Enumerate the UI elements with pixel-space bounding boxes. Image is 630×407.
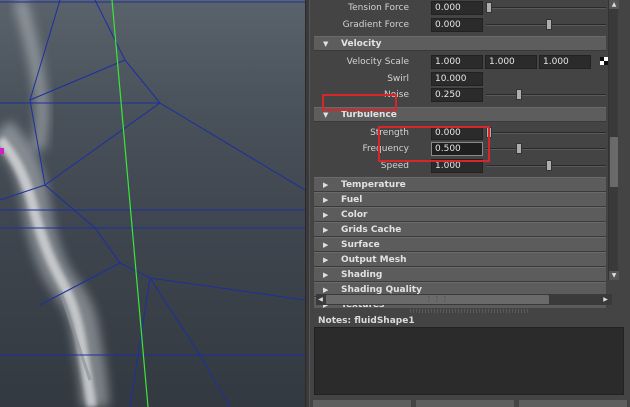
slider-thumb[interactable] xyxy=(546,18,552,30)
noise-field[interactable]: 0.250 xyxy=(431,88,483,102)
section-color[interactable]: ▶ Color xyxy=(314,207,606,222)
slider-thumb[interactable] xyxy=(486,126,492,138)
strength-label: Strength xyxy=(370,127,409,138)
slider-thumb[interactable] xyxy=(486,2,492,13)
swirl-row: Swirl 10.000 xyxy=(314,71,606,88)
section-fuel[interactable]: ▶ Fuel xyxy=(314,192,606,207)
scroll-right-icon[interactable]: ▶ xyxy=(601,295,610,304)
speed-label: Speed xyxy=(380,160,409,171)
section-title: Surface xyxy=(341,240,380,250)
horizontal-scroll-thumb[interactable]: ⋮⋮⋮ xyxy=(326,295,549,304)
notes-textarea[interactable] xyxy=(314,327,624,395)
attribute-editor: Tension Force 0.000 Gradient Force 0.000… xyxy=(310,0,630,407)
gradient-force-slider[interactable] xyxy=(486,18,606,30)
scroll-down-icon[interactable]: ▼ xyxy=(609,271,619,280)
triangle-right-icon: ▶ xyxy=(323,196,329,204)
section-title: Shading xyxy=(341,270,383,280)
swirl-field[interactable]: 10.000 xyxy=(431,71,483,86)
frequency-field[interactable]: 0.500 xyxy=(431,142,483,156)
triangle-right-icon: ▶ xyxy=(323,226,329,234)
noise-row: Noise 0.250 xyxy=(314,87,606,104)
notes-splitter-grip[interactable] xyxy=(410,309,530,313)
noise-slider[interactable] xyxy=(486,89,606,100)
y-axis-line xyxy=(111,0,149,407)
slider-thumb[interactable] xyxy=(546,159,552,171)
bottom-button-bar xyxy=(310,399,630,407)
horizontal-scrollbar[interactable]: ◀ ⋮⋮⋮ ▶ xyxy=(316,294,612,305)
swirl-label: Swirl xyxy=(387,73,409,84)
section-turbulence[interactable]: ▼ Turbulence xyxy=(314,106,606,122)
velocity-scale-label: Velocity Scale xyxy=(346,57,409,67)
frequency-row: Frequency 0.500 xyxy=(314,141,606,158)
gradient-force-label: Gradient Force xyxy=(342,19,409,30)
slider-thumb[interactable] xyxy=(516,143,522,154)
tension-force-field[interactable]: 0.000 xyxy=(431,1,483,15)
triangle-down-icon: ▼ xyxy=(323,40,329,48)
speed-slider[interactable] xyxy=(486,159,606,171)
tension-force-label: Tension Force xyxy=(348,3,409,13)
section-title: Fuel xyxy=(341,195,363,205)
triangle-down-icon: ▼ xyxy=(323,110,329,119)
section-velocity[interactable]: ▼ Velocity xyxy=(314,36,606,51)
frequency-slider[interactable] xyxy=(486,143,606,154)
section-shading[interactable]: ▶ Shading xyxy=(314,267,606,282)
triangle-right-icon: ▶ xyxy=(323,286,329,294)
gradient-force-field[interactable]: 0.000 xyxy=(431,17,483,32)
scroll-up-icon[interactable]: ▲ xyxy=(609,0,619,9)
velocity-scale-x-field[interactable]: 1.000 xyxy=(431,55,483,69)
speed-field[interactable]: 1.000 xyxy=(431,158,483,173)
triangle-right-icon: ▶ xyxy=(323,256,329,264)
copy-tab-button[interactable] xyxy=(518,399,628,407)
attribute-list: Tension Force 0.000 Gradient Force 0.000… xyxy=(314,0,608,308)
section-title: Output Mesh xyxy=(341,255,407,265)
section-surface[interactable]: ▶ Surface xyxy=(314,237,606,252)
load-attributes-button[interactable] xyxy=(415,399,515,407)
attribute-scroll-area: Tension Force 0.000 Gradient Force 0.000… xyxy=(312,0,628,308)
slider-thumb[interactable] xyxy=(516,89,522,100)
noise-label: Noise xyxy=(384,90,409,100)
strength-field[interactable]: 0.000 xyxy=(431,125,483,140)
section-temperature[interactable]: ▶ Temperature xyxy=(314,177,606,192)
tension-force-row: Tension Force 0.000 xyxy=(314,0,606,17)
section-turbulence-title: Turbulence xyxy=(341,109,397,120)
triangle-right-icon: ▶ xyxy=(323,181,329,189)
fluid-smoke xyxy=(0,0,109,407)
triangle-right-icon: ▶ xyxy=(323,241,329,249)
viewport-scene xyxy=(0,0,305,407)
vertical-scrollbar[interactable]: ▲ ▼ xyxy=(608,0,619,280)
notes-label: Notes: fluidShape1 xyxy=(318,316,415,326)
section-grids-cache[interactable]: ▶ Grids Cache xyxy=(314,222,606,237)
tension-force-slider[interactable] xyxy=(486,2,606,13)
3d-viewport[interactable] xyxy=(0,0,305,407)
select-button[interactable] xyxy=(312,399,412,407)
speed-row: Speed 1.000 xyxy=(314,158,606,175)
section-velocity-title: Velocity xyxy=(341,39,382,49)
section-title: Color xyxy=(341,210,368,220)
section-output-mesh[interactable]: ▶ Output Mesh xyxy=(314,252,606,267)
section-title: Grids Cache xyxy=(341,225,402,235)
triangle-right-icon: ▶ xyxy=(323,211,329,219)
scroll-left-icon[interactable]: ◀ xyxy=(316,295,325,304)
velocity-scale-y-field[interactable]: 1.000 xyxy=(485,55,537,69)
map-button-icon[interactable] xyxy=(600,57,608,65)
vertical-scroll-thumb[interactable] xyxy=(610,137,618,187)
strength-row: Strength 0.000 xyxy=(314,125,606,142)
triangle-right-icon: ▶ xyxy=(323,271,329,279)
gradient-force-row: Gradient Force 0.000 xyxy=(314,17,606,34)
velocity-scale-z-field[interactable]: 1.000 xyxy=(539,55,591,69)
frequency-label: Frequency xyxy=(362,144,410,154)
velocity-scale-row: Velocity Scale 1.000 1.000 1.000 xyxy=(314,54,608,71)
section-title: Temperature xyxy=(341,180,406,190)
strength-slider[interactable] xyxy=(486,126,606,138)
